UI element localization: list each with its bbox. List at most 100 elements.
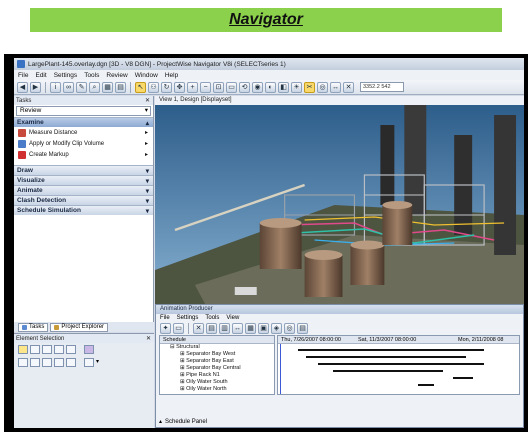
section-schedule-simulation[interactable]: Schedule Simulation ▾ [14,205,153,215]
task-clip-volume-label: Apply or Modify Clip Volume [29,140,105,147]
anim-menu-settings[interactable]: Settings [177,314,199,322]
select-box-icon[interactable] [30,345,40,354]
search-icon[interactable]: ⌕ [89,81,100,93]
info-icon[interactable]: i [50,81,61,93]
tree-item-label: Oily Water North [186,386,227,392]
chevron-up-icon: ▴ [159,419,163,425]
selection-options-icon[interactable] [84,358,94,367]
menu-settings[interactable]: Settings [54,72,78,79]
grid-icon[interactable]: ▦ [102,81,113,93]
menu-help[interactable]: Help [165,72,178,79]
current-time-marker[interactable] [280,344,281,394]
chevron-down-icon: ▾ [145,207,149,215]
section-examine[interactable]: Examine ▴ [14,117,153,127]
zoom-in-icon[interactable]: + [187,81,198,93]
tree-item[interactable]: ⊞ Separator Bay West [160,351,274,358]
task-clip-volume[interactable]: Apply or Modify Clip Volume ▸ [14,138,153,149]
anim-menu-tools[interactable]: Tools [205,314,219,322]
task-measure-distance[interactable]: Measure Distance ▸ [14,127,153,138]
gantt-chart[interactable]: Thu, 7/26/2007 08:00:00 Sat, 11/3/2007 0… [277,335,520,395]
menu-review[interactable]: Review [106,72,127,79]
view-window[interactable]: View 1, Design [Displayset] [155,96,524,322]
tree-item[interactable]: ⊞ Separator Bay Central [160,365,274,372]
select-circle-icon[interactable] [54,345,64,354]
walk-icon[interactable]: ⚇ [148,81,159,93]
anim-menu-file[interactable]: File [160,314,170,322]
select-shape-icon[interactable] [42,345,52,354]
tree-item[interactable]: ⊞ Oily Water North [160,386,274,393]
delete-icon[interactable]: ✕ [193,322,204,334]
add-selection-icon[interactable] [30,358,40,367]
gantt-bar[interactable] [318,363,484,365]
task-create-markup[interactable]: Create Markup ▸ [14,149,153,160]
section-clash-detection[interactable]: Clash Detection ▾ [14,195,153,205]
menu-edit[interactable]: Edit [35,72,46,79]
task-dropdown[interactable]: Review ▾ [16,106,151,116]
tree-item[interactable]: ⊟ Structural [160,344,274,351]
resources-icon[interactable]: ▣ [258,322,269,334]
menu-window[interactable]: Window [135,72,158,79]
selection-mode-icon[interactable] [84,345,94,354]
gantt-bar[interactable] [298,349,484,351]
appearance-icon[interactable]: ◈ [271,322,282,334]
tree-item[interactable]: ⊞ Separator Bay East [160,358,274,365]
table-icon[interactable]: ▤ [297,322,308,334]
orbit-icon[interactable]: ↻ [161,81,172,93]
filter-icon[interactable]: ▥ [219,322,230,334]
back-icon[interactable]: ◀ [17,81,28,93]
link-task-icon[interactable]: ↔ [232,322,243,334]
close-icon[interactable]: ✕ [146,335,151,342]
measure-icon[interactable]: ↔ [330,81,341,93]
table-icon[interactable]: ▤ [115,81,126,93]
window-area-icon[interactable]: ▭ [226,81,237,93]
open-folder-icon[interactable]: ▭ [173,322,184,334]
subtract-selection-icon[interactable] [42,358,52,367]
schedule-icon[interactable]: ▦ [245,322,256,334]
menu-file[interactable]: File [18,72,28,79]
gantt-bar[interactable] [453,377,473,379]
invert-selection-icon[interactable] [54,358,64,367]
select-line-icon[interactable] [66,345,76,354]
new-selection-icon[interactable] [18,358,28,367]
anim-menu-view[interactable]: View [226,314,239,322]
zoom-out-icon[interactable]: − [200,81,211,93]
link-icon[interactable]: ∞ [63,81,74,93]
plant-3d-model[interactable] [155,105,524,322]
tree-item[interactable]: ⊞ Pipe Rack N1 [160,372,274,379]
clip-icon[interactable]: ✂ [304,81,315,93]
tab-tasks[interactable]: Tasks [18,322,49,332]
coordinate-readout[interactable]: 3352.2 542 [360,82,404,92]
section-draw[interactable]: Draw ▾ [14,165,153,175]
new-icon[interactable]: ✦ [160,322,171,334]
pen-icon[interactable]: ✎ [76,81,87,93]
clear-selection-icon[interactable] [66,358,76,367]
cross-icon[interactable]: ✕ [343,81,354,93]
menu-tools[interactable]: Tools [84,72,99,79]
forward-icon[interactable]: ▶ [30,81,41,93]
settings-icon[interactable]: ◎ [284,322,295,334]
close-icon[interactable]: ✕ [145,97,150,104]
section-animate[interactable]: Animate ▾ [14,185,153,195]
tree-item[interactable]: ⊞ Oily Water South [160,379,274,386]
gantt-icon[interactable]: ▤ [206,322,217,334]
pan-icon[interactable]: ✥ [174,81,185,93]
select-arrow-icon[interactable] [18,345,28,354]
tab-project-explorer[interactable]: Project Explorer [50,322,109,332]
light-icon[interactable]: ☀ [291,81,302,93]
gantt-bar[interactable] [333,370,443,372]
chimney [494,115,517,255]
gantt-bar[interactable] [418,384,434,386]
tree-item-label: Structural [176,344,200,350]
select-arrow-icon[interactable]: ↖ [135,81,146,93]
gantt-bar[interactable] [306,356,466,358]
section-visualize[interactable]: Visualize ▾ [14,175,153,185]
target-icon[interactable]: ◎ [317,81,328,93]
fit-view-icon[interactable]: ⊡ [213,81,224,93]
schedule-panel-toggle[interactable]: ▴ Schedule Panel [159,418,207,426]
render-icon[interactable]: ◐ [265,81,276,93]
toolbar-separator [130,81,131,93]
chevron-down-icon[interactable]: ▾ [96,358,99,367]
display-style-icon[interactable]: ◧ [278,81,289,93]
camera-icon[interactable]: ◉ [252,81,263,93]
view-previous-icon[interactable]: ⟲ [239,81,250,93]
